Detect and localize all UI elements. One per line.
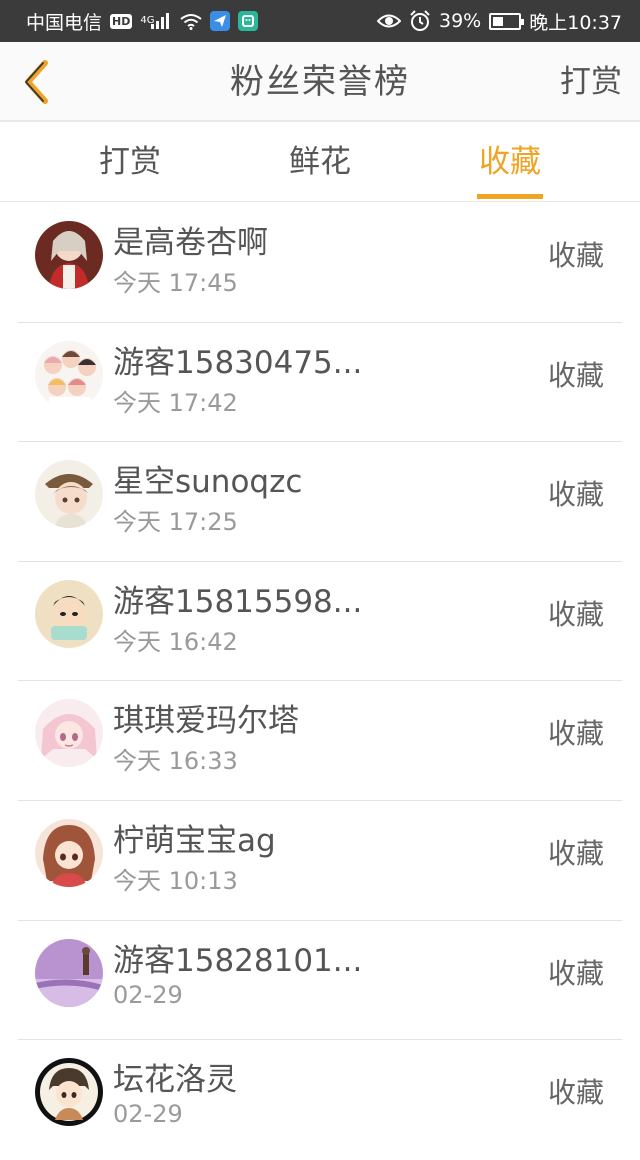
action-label: 收藏 <box>547 239 604 272</box>
battery-icon <box>489 12 525 30</box>
status-bar: 中国电信 HD 4G 39% 晚上10:37 <box>0 0 640 42</box>
list-item[interactable]: 柠萌宝宝ag 今天 10:13 收藏 <box>18 801 622 921</box>
avatar <box>35 699 103 768</box>
status-time: 晚上10:37 <box>529 11 622 34</box>
active-tab-indicator <box>477 194 543 199</box>
action-label: 收藏 <box>547 478 604 512</box>
signal-icon: 4G <box>140 12 172 30</box>
tab-label: 收藏 <box>479 144 541 180</box>
fan-name: 琪琪爱玛尔塔 <box>113 703 299 740</box>
fan-time: 今天 17:25 <box>113 508 238 537</box>
carrier-name: 中国电信 <box>26 11 103 34</box>
page-title: 粉丝荣誉榜 <box>230 62 410 102</box>
status-left: 中国电信 HD 4G <box>26 8 259 35</box>
action-label: 收藏 <box>547 836 604 870</box>
fan-name: 是高卷杏啊 <box>113 225 268 261</box>
tab-favorites[interactable]: 收藏 <box>477 122 543 202</box>
action-label: 收藏 <box>547 1076 604 1110</box>
fan-name: 坛花洛灵 <box>113 1062 237 1099</box>
fan-list: 是高卷杏啊 今天 17:45 收藏 游客15830475... 今天 17:42… <box>0 203 640 1160</box>
list-item[interactable]: 坛花洛灵 02-29 收藏 <box>18 1040 622 1160</box>
action-label: 收藏 <box>547 956 604 990</box>
avatar <box>35 1058 103 1127</box>
wifi-icon <box>180 12 203 30</box>
fan-name: 游客15828101... <box>113 942 363 979</box>
fan-time: 02-29 <box>113 1100 183 1129</box>
action-label: 收藏 <box>547 358 604 392</box>
avatar <box>35 221 103 289</box>
tab-flowers[interactable]: 鲜花 <box>288 122 352 202</box>
fan-time: 今天 17:45 <box>113 269 238 297</box>
hd-icon: HD <box>110 13 133 29</box>
avatar <box>35 579 103 648</box>
fan-time: 今天 10:13 <box>113 866 238 895</box>
header: 粉丝荣誉榜 打赏 <box>0 42 640 122</box>
app-notification-icon <box>238 11 259 31</box>
fan-name: 柠萌宝宝ag <box>113 822 276 859</box>
list-item[interactable]: 游客15828101... 02-29 收藏 <box>18 921 622 1041</box>
fan-time: 今天 16:33 <box>113 747 238 776</box>
app-notification-icon <box>210 11 231 31</box>
alarm-icon <box>409 10 431 32</box>
fan-name: 游客15830475... <box>113 344 363 381</box>
action-label: 收藏 <box>547 597 604 631</box>
status-right: 39% 晚上10:37 <box>377 8 622 35</box>
fan-time: 02-29 <box>113 980 183 1009</box>
tab-label: 鲜花 <box>289 144 351 180</box>
fan-time: 今天 17:42 <box>113 388 238 417</box>
avatar <box>35 818 103 887</box>
tab-label: 打赏 <box>99 144 161 180</box>
fan-name: 星空sunoqzc <box>113 464 303 501</box>
action-label: 收藏 <box>547 717 604 751</box>
battery-level <box>493 16 503 26</box>
eye-icon <box>377 12 401 30</box>
list-item[interactable]: 游客15815598... 今天 16:42 收藏 <box>18 562 622 682</box>
reward-button[interactable]: 打赏 <box>560 42 622 122</box>
fan-name: 游客15815598... <box>113 583 363 620</box>
list-item[interactable]: 琪琪爱玛尔塔 今天 16:33 收藏 <box>18 681 622 801</box>
battery-percent: 39% <box>439 10 482 32</box>
avatar <box>35 460 103 529</box>
avatar <box>35 340 103 409</box>
avatar <box>35 938 103 1007</box>
list-item[interactable]: 是高卷杏啊 今天 17:45 收藏 <box>18 203 622 323</box>
list-item[interactable]: 游客15830475... 今天 17:42 收藏 <box>18 323 622 443</box>
list-item[interactable]: 星空sunoqzc 今天 17:25 收藏 <box>18 442 622 562</box>
fan-time: 今天 16:42 <box>113 627 238 656</box>
tab-reward[interactable]: 打赏 <box>98 122 162 202</box>
tab-bar: 打赏 鲜花 收藏 <box>0 122 640 202</box>
